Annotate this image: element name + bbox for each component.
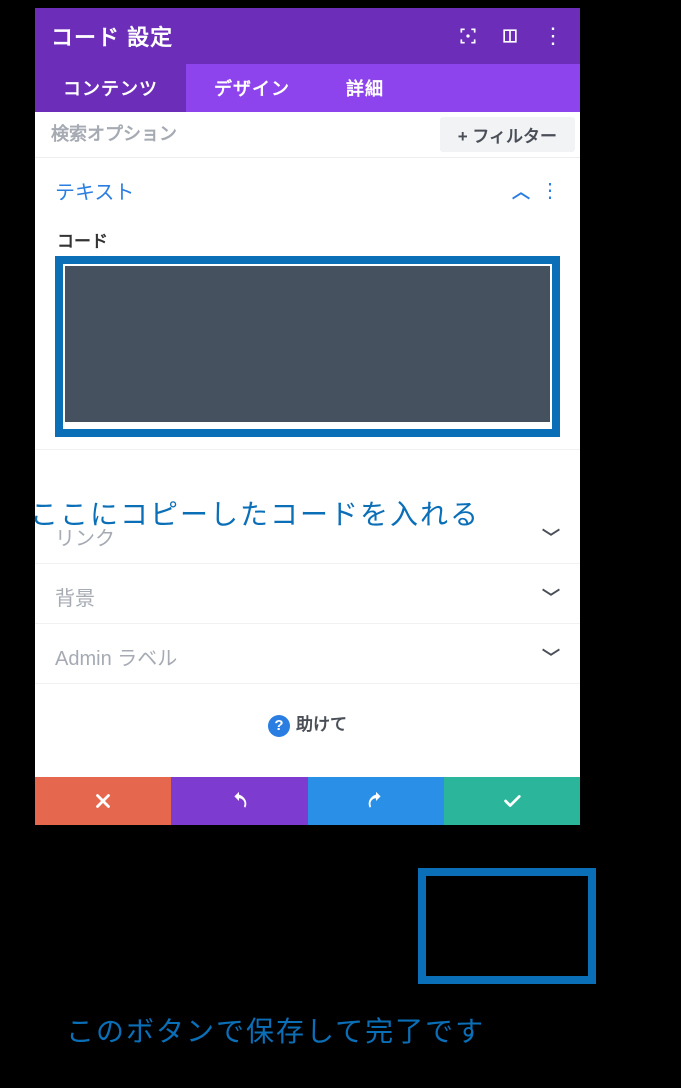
close-icon xyxy=(92,790,114,812)
search-row: + フィルター xyxy=(35,112,580,158)
chevron-up-icon: ︿ xyxy=(512,178,530,204)
chevron-down-icon: ﹀ xyxy=(542,524,560,550)
help-icon: ? xyxy=(268,715,290,737)
chevron-down-icon: ﹀ xyxy=(542,644,560,670)
more-icon[interactable]: ⋮ xyxy=(542,25,564,47)
scan-icon[interactable] xyxy=(458,26,478,46)
section-menu-icon[interactable]: ⋮ xyxy=(540,181,560,201)
tab-bar: コンテンツ デザイン 詳細 xyxy=(35,64,580,112)
section-background-header[interactable]: 背景 ﹀ xyxy=(55,582,560,611)
save-highlight-frame xyxy=(418,868,596,984)
panel-header: コード 設定 ⋮ xyxy=(35,8,580,64)
annotation-code: ここにコピーしたコードを入れる xyxy=(30,493,480,533)
section-admin-header[interactable]: Admin ラベル ﹀ xyxy=(55,642,560,671)
help-label: 助けて xyxy=(296,715,347,734)
redo-icon xyxy=(365,790,387,812)
settings-panel: コード 設定 ⋮ コンテンツ デザイン 詳細 + フィルター テキスト ︿ ⋮ … xyxy=(35,8,580,825)
columns-icon[interactable] xyxy=(500,26,520,46)
chevron-down-icon: ﹀ xyxy=(542,584,560,610)
section-text-header[interactable]: テキスト ︿ ⋮ xyxy=(55,176,560,205)
code-highlight-frame xyxy=(55,256,560,437)
header-actions: ⋮ xyxy=(458,25,564,47)
code-input[interactable] xyxy=(65,266,550,422)
save-button[interactable] xyxy=(444,777,580,825)
redo-button[interactable] xyxy=(308,777,444,825)
section-background-title: 背景 xyxy=(55,582,542,611)
undo-icon xyxy=(228,790,250,812)
filter-button[interactable]: + フィルター xyxy=(440,117,575,152)
tab-detail[interactable]: 詳細 xyxy=(318,64,412,112)
search-input[interactable] xyxy=(35,112,435,157)
help-row[interactable]: ? 助けて xyxy=(35,684,580,777)
panel-title: コード 設定 xyxy=(51,20,458,52)
section-admin-title: Admin ラベル xyxy=(55,642,542,671)
section-admin: Admin ラベル ﹀ xyxy=(35,624,580,684)
annotation-save: このボタンで保存して完了です xyxy=(66,1010,485,1050)
section-background: 背景 ﹀ xyxy=(35,564,580,624)
check-icon xyxy=(501,790,523,812)
tab-content[interactable]: コンテンツ xyxy=(35,64,186,112)
section-text: テキスト ︿ ⋮ コード xyxy=(35,158,580,450)
footer-actions xyxy=(35,777,580,825)
close-button[interactable] xyxy=(35,777,171,825)
undo-button[interactable] xyxy=(171,777,307,825)
section-text-title: テキスト xyxy=(55,176,512,205)
code-field-label: コード xyxy=(55,227,560,252)
tab-design[interactable]: デザイン xyxy=(186,64,318,112)
